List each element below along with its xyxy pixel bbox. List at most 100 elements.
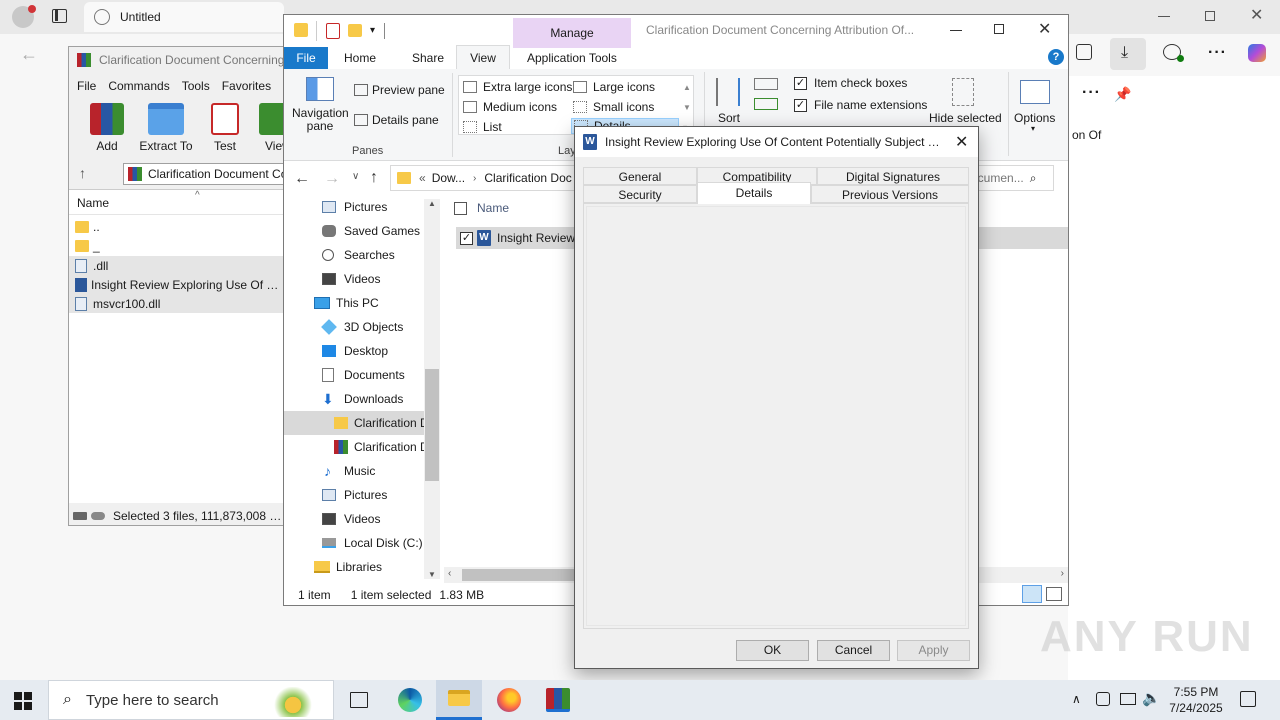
list-item[interactable]: .. (75, 218, 100, 236)
tray-app-icon[interactable] (1096, 692, 1110, 706)
recent-dropdown-icon[interactable]: ∨ (352, 171, 359, 182)
address-bar[interactable]: « Dow... › Clarification Doc (390, 165, 576, 191)
tab-general[interactable]: General (583, 167, 697, 185)
tab-file[interactable]: File (284, 47, 328, 69)
file-extensions-toggle[interactable]: ✓ File name extensions (794, 98, 927, 112)
group-by-icon[interactable] (754, 78, 778, 90)
back-icon[interactable]: ← (294, 170, 310, 188)
explorer-taskbar-button[interactable] (436, 680, 482, 720)
details-pane-button[interactable]: Details pane (354, 113, 439, 127)
tree-item-saved-games[interactable]: Saved Games (284, 219, 424, 243)
minimize-icon[interactable] (950, 30, 962, 31)
navigation-pane-button[interactable]: Navigation pane (292, 77, 349, 133)
menu-commands[interactable]: Commands (108, 79, 169, 93)
tab-actions-icon[interactable] (52, 9, 67, 23)
winrar-path[interactable]: Clarification Document Co (123, 163, 289, 185)
menu-favorites[interactable]: Favorites (222, 79, 271, 93)
profile-avatar[interactable] (12, 5, 36, 28)
list-item[interactable]: _ (75, 237, 100, 255)
tree-item-clarification-folder[interactable]: Clarification D (284, 411, 440, 435)
help-icon[interactable]: ? (1048, 49, 1064, 65)
pin-icon[interactable]: 📌 (1114, 86, 1131, 103)
h-scroll-thumb[interactable] (462, 569, 574, 581)
forward-icon[interactable]: → (324, 170, 340, 188)
tab-view[interactable]: View (456, 45, 510, 70)
tree-item-documents[interactable]: Documents (284, 363, 424, 387)
tree-item-pictures-2[interactable]: Pictures (284, 483, 424, 507)
winrar-taskbar-icon[interactable] (546, 688, 570, 712)
task-view-icon[interactable] (350, 692, 368, 708)
tree-item-downloads[interactable]: ⬇ Downloads (284, 387, 424, 411)
small-icons-option[interactable]: Small icons (573, 100, 654, 114)
copilot-icon[interactable] (1248, 44, 1266, 62)
item-checkboxes-toggle[interactable]: ✓ Item check boxes (794, 76, 907, 90)
panel-more-icon[interactable]: ··· (1082, 84, 1101, 102)
taskbar-search-box[interactable]: ⌕ Type here to search (48, 680, 334, 720)
firefox-icon[interactable] (497, 688, 521, 712)
tab-application-tools[interactable]: Application Tools (527, 51, 617, 65)
more-icon[interactable]: ··· (1208, 44, 1227, 62)
properties-qat-icon[interactable] (326, 23, 340, 39)
sort-icon[interactable] (716, 78, 740, 106)
extract-to-button[interactable]: Extract To (137, 103, 195, 153)
medium-icons-option[interactable]: Medium icons (463, 100, 557, 114)
list-option[interactable]: List (463, 120, 502, 134)
cancel-button[interactable]: Cancel (817, 640, 890, 661)
new-folder-qat-icon[interactable] (348, 24, 362, 37)
apply-button[interactable]: Apply (897, 640, 970, 661)
details-view-icon[interactable] (1022, 585, 1042, 603)
start-icon[interactable] (14, 692, 32, 710)
hide-selected-label[interactable]: Hide selected (929, 111, 1002, 125)
close-icon[interactable]: ✕ (1038, 19, 1051, 39)
tab-digital-signatures[interactable]: Digital Signatures (817, 167, 969, 185)
item-checkbox-checked[interactable]: ✓ (460, 231, 473, 245)
up-icon[interactable]: ↑ (370, 169, 378, 187)
tree-item-this-pc[interactable]: This PC (284, 291, 424, 315)
tree-scroll-thumb[interactable] (425, 369, 439, 481)
tab-previous-versions[interactable]: Previous Versions (811, 185, 969, 203)
add-columns-icon[interactable] (754, 98, 778, 110)
extra-large-icons-option[interactable]: Extra large icons (463, 80, 572, 94)
large-icons-option[interactable]: Large icons (573, 80, 655, 94)
volume-icon[interactable]: 🔈 (1142, 689, 1161, 707)
menu-tools[interactable]: Tools (182, 79, 210, 93)
tree-item-pictures[interactable]: Pictures (284, 195, 424, 219)
ok-button[interactable]: OK (736, 640, 809, 661)
list-item[interactable]: msvcr100.dll (69, 294, 287, 313)
tree-scrollbar[interactable]: ▲ ▼ (424, 199, 440, 579)
test-button[interactable]: Test (205, 103, 245, 153)
options-icon[interactable] (1020, 80, 1050, 104)
select-all-checkbox[interactable] (454, 201, 467, 215)
tree-item-local-disk[interactable]: Local Disk (C:) (284, 531, 424, 555)
tab-share[interactable]: Share (412, 51, 444, 65)
tree-item-libraries[interactable]: Libraries (284, 555, 424, 579)
browser-minimize-icon[interactable] (1158, 16, 1170, 17)
tree-item-videos-2[interactable]: Videos (284, 507, 424, 531)
preview-pane-button[interactable]: Preview pane (354, 83, 445, 97)
clock[interactable]: 7:55 PM 7/24/2025 (1168, 684, 1224, 716)
list-item[interactable]: Insight Review Exploring Use Of Con (69, 275, 287, 294)
downloads-button[interactable]: ⤓ (1110, 38, 1146, 70)
maximize-icon[interactable] (994, 24, 1004, 34)
options-label[interactable]: Options (1014, 111, 1055, 125)
tab-details[interactable]: Details (697, 182, 811, 204)
edge-taskbar-icon[interactable] (398, 688, 422, 712)
tab-security[interactable]: Security (583, 185, 697, 203)
column-name-header[interactable]: Name (77, 196, 109, 210)
up-arrow-icon[interactable]: ↑ (79, 165, 86, 181)
tree-item-desktop[interactable]: Desktop (284, 339, 424, 363)
network-icon[interactable] (1120, 693, 1136, 705)
back-icon[interactable]: ← (20, 44, 38, 65)
performance-icon[interactable] (1163, 44, 1184, 62)
tray-overflow-icon[interactable]: ∧ (1072, 692, 1081, 706)
name-column-header[interactable]: Name (454, 201, 509, 215)
list-item[interactable]: .dll (69, 256, 287, 275)
tree-item-searches[interactable]: Searches (284, 243, 424, 267)
options-dropdown-icon[interactable]: ▾ (1031, 124, 1035, 133)
collections-icon[interactable] (1076, 44, 1092, 60)
tree-item-videos[interactable]: Videos (284, 267, 424, 291)
browser-maximize-icon[interactable] (1205, 11, 1215, 21)
notification-icon[interactable] (1240, 691, 1256, 707)
tree-item-music[interactable]: ♪ Music (284, 459, 424, 483)
menu-file[interactable]: File (77, 79, 96, 93)
